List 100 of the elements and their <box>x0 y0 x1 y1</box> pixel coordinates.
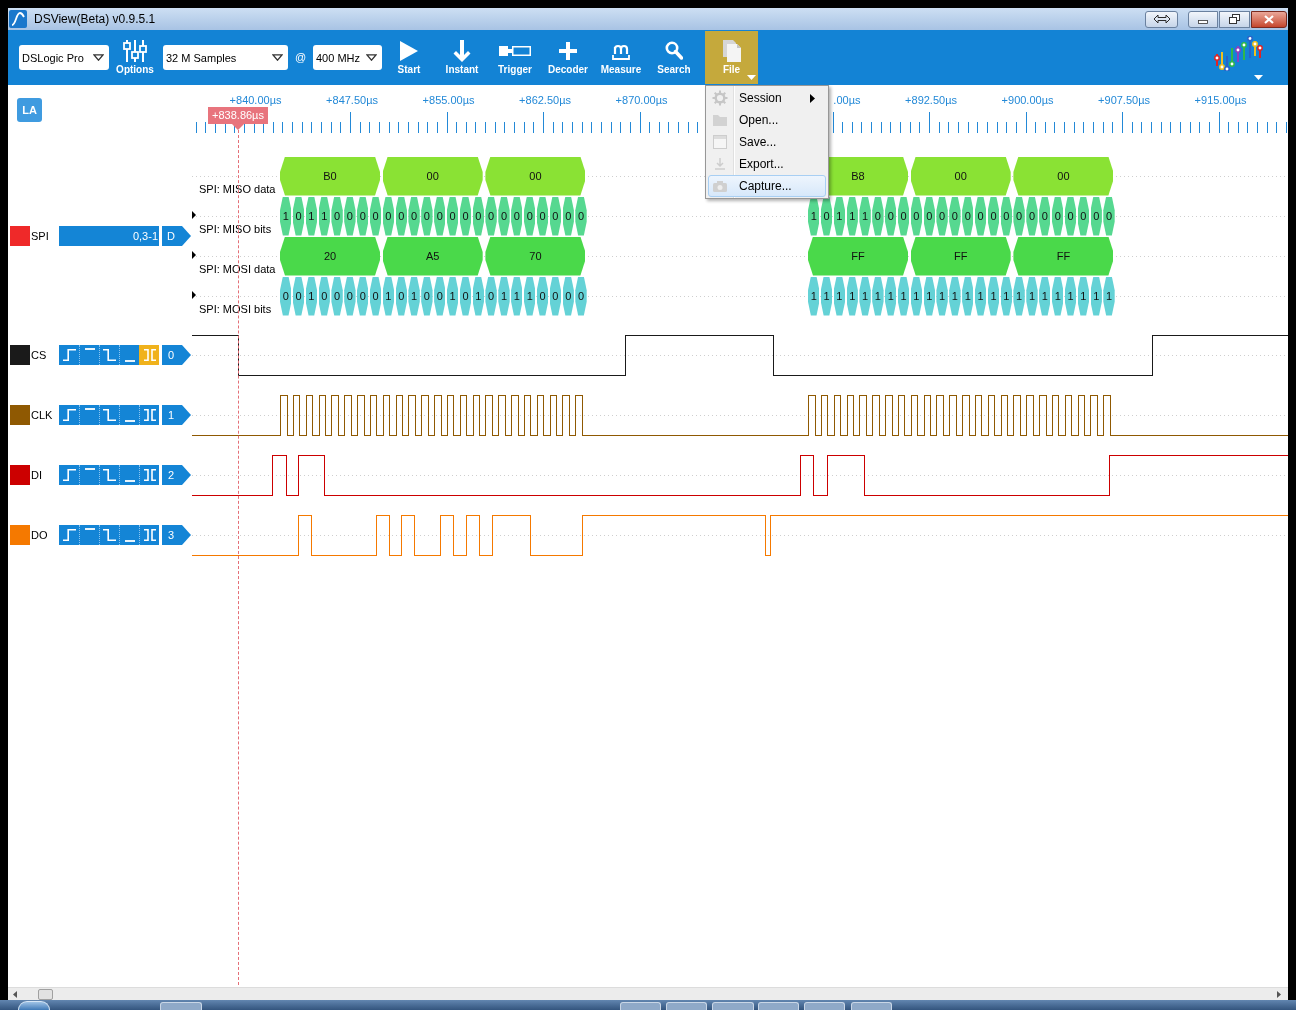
bit-annotation: 1 <box>1090 276 1102 316</box>
data-annotation: 00 <box>485 156 586 196</box>
channel-number-tab[interactable]: 1 <box>162 405 191 425</box>
any-edge-trigger-button[interactable] <box>139 525 159 545</box>
menu-item[interactable]: Save... <box>708 131 826 153</box>
bit-annotation: 1 <box>446 276 459 316</box>
bit-annotation: 1 <box>524 276 536 316</box>
bit-annotation: 1 <box>1103 276 1115 316</box>
bit-annotation: 1 <box>923 276 935 316</box>
channel-number-tab[interactable]: 2 <box>162 465 191 485</box>
time-label: +862.50µs <box>519 93 571 107</box>
minimize-button[interactable] <box>1188 10 1218 28</box>
rising-edge-trigger-button[interactable] <box>59 405 79 425</box>
search-button[interactable]: Search <box>648 31 700 84</box>
bit-annotation: 0 <box>357 276 369 316</box>
trigger-button[interactable]: Trigger <box>489 31 541 84</box>
bit-annotation: 1 <box>859 196 871 236</box>
bit-annotation: 1 <box>305 196 318 236</box>
right-triangle-icon[interactable] <box>192 251 196 259</box>
bit-annotation: 1 <box>910 276 923 316</box>
high-level-trigger-button[interactable] <box>79 345 99 365</box>
rising-edge-icon <box>62 349 76 361</box>
falling-edge-trigger-button[interactable] <box>99 465 119 485</box>
channel-name: CS <box>30 348 48 363</box>
bit-annotation: 0 <box>318 276 330 316</box>
low-level-trigger-button[interactable] <box>119 405 139 425</box>
falling-edge-trigger-button[interactable] <box>99 525 119 545</box>
falling-edge-trigger-button[interactable] <box>99 405 119 425</box>
at-sign-label: @ <box>293 50 308 66</box>
bit-annotation: 0 <box>820 196 833 236</box>
low-level-trigger-button[interactable] <box>119 345 139 365</box>
any-edge-trigger-button[interactable] <box>139 405 159 425</box>
right-triangle-icon[interactable] <box>192 211 196 219</box>
protocol-tab[interactable]: D <box>162 226 191 246</box>
samples-select[interactable]: 32 M Samples <box>163 45 288 70</box>
horizontal-scrollbar[interactable] <box>8 987 1288 1000</box>
bit-annotation: 0 <box>923 196 935 236</box>
menu-item[interactable]: Capture... <box>708 175 826 197</box>
minimize-icon <box>1198 20 1208 24</box>
time-label: +840.00µs <box>229 93 282 107</box>
high-level-trigger-button[interactable] <box>79 465 99 485</box>
right-triangle-icon[interactable] <box>192 291 196 299</box>
channel-number-tab[interactable]: 3 <box>162 525 191 545</box>
start-button[interactable] <box>18 1001 50 1010</box>
decoder-row-label: SPI: MOSI bits <box>199 302 272 316</box>
bit-annotation: 0 <box>459 196 472 236</box>
cursor-marker[interactable]: +838.86µs <box>208 107 268 130</box>
close-button[interactable] <box>1251 10 1287 28</box>
bit-annotation: 0 <box>575 276 587 316</box>
low-level-trigger-button[interactable] <box>119 525 139 545</box>
bit-annotation: 0 <box>292 276 305 316</box>
rising-edge-icon <box>62 529 76 541</box>
bit-annotation: 0 <box>1039 196 1051 236</box>
rising-edge-trigger-button[interactable] <box>59 345 79 365</box>
wave-logo-icon <box>9 10 27 28</box>
bit-annotation: 0 <box>485 276 497 316</box>
bit-annotation: 0 <box>1013 196 1025 236</box>
decoder-button[interactable]: Decoder <box>542 31 594 84</box>
bit-annotation: 0 <box>536 276 549 316</box>
time-label: +892.50µs <box>905 93 957 107</box>
bit-annotation: 1 <box>872 276 884 316</box>
bit-annotation: 0 <box>395 276 407 316</box>
time-label: +915.00µs <box>1194 93 1247 107</box>
falling-edge-icon <box>103 529 116 541</box>
start-button[interactable]: Start <box>383 31 435 84</box>
low-level-trigger-button[interactable] <box>119 465 139 485</box>
instant-button[interactable]: Instant <box>436 31 488 84</box>
rising-edge-trigger-button[interactable] <box>59 465 79 485</box>
decoder-channel-list[interactable]: 0,3-1 <box>59 226 159 246</box>
bit-annotation: 0 <box>885 196 897 236</box>
bit-annotation: 0 <box>382 196 395 236</box>
cursor-line[interactable] <box>238 130 239 985</box>
any-edge-icon <box>143 409 156 421</box>
bit-annotation: 1 <box>885 276 897 316</box>
restore-button[interactable] <box>1219 10 1250 28</box>
bit-annotation: 1 <box>949 276 961 316</box>
mode-badge[interactable]: LA <box>17 98 42 122</box>
rate-select[interactable]: 400 MHz <box>313 45 382 70</box>
device-select[interactable]: DSLogic Pro <box>19 45 109 70</box>
menu-item[interactable]: Open... <box>708 109 826 131</box>
rising-edge-trigger-button[interactable] <box>59 525 79 545</box>
options-button[interactable]: Options <box>112 31 158 84</box>
channel-number-tab[interactable]: 0 <box>162 345 191 365</box>
measure-button[interactable]: Measure <box>595 31 647 84</box>
file-button[interactable]: File <box>705 31 758 84</box>
bit-annotation: 1 <box>1026 276 1038 316</box>
bit-annotation: 1 <box>1000 276 1012 316</box>
any-edge-trigger-button[interactable] <box>139 465 159 485</box>
double-arrow-button[interactable] <box>1145 10 1178 28</box>
high-level-trigger-button[interactable] <box>79 525 99 545</box>
high-level-trigger-button[interactable] <box>79 405 99 425</box>
channel-name: SPI <box>30 229 50 244</box>
bit-annotation: 0 <box>434 276 446 316</box>
decoder-row-label: SPI: MISO bits <box>199 222 272 236</box>
any-edge-icon <box>143 469 156 481</box>
menu-item[interactable]: Session <box>708 87 826 109</box>
falling-edge-trigger-button[interactable] <box>99 345 119 365</box>
bit-annotation: 1 <box>1077 276 1089 316</box>
scrollbar-thumb[interactable] <box>38 988 53 1000</box>
bit-annotation: 0 <box>1064 196 1077 236</box>
